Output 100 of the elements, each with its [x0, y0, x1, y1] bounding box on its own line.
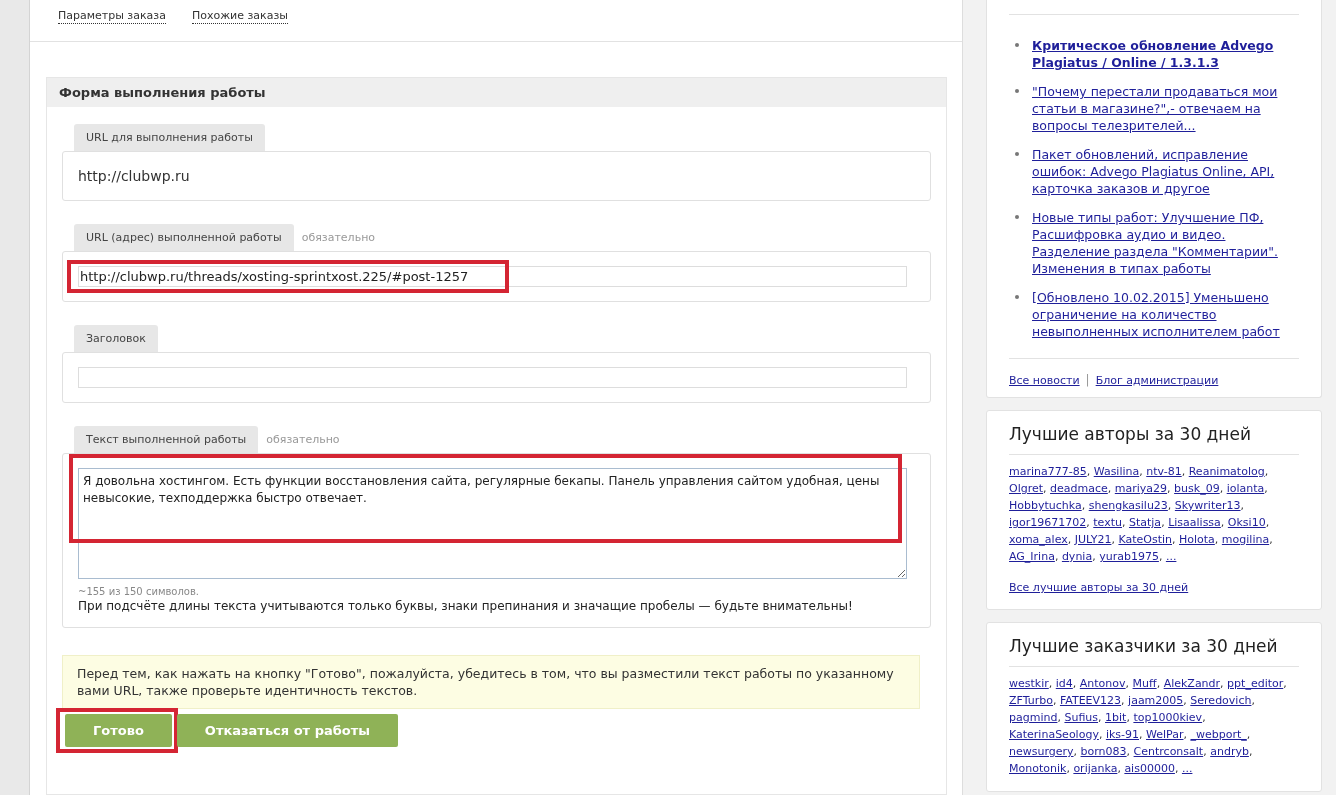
- form-title: Форма выполнения работы: [47, 78, 946, 107]
- customer-link[interactable]: Antonov: [1079, 677, 1126, 690]
- comma: ,: [1098, 728, 1103, 741]
- comma: ,: [1121, 694, 1125, 707]
- author-link[interactable]: ntv-81: [1146, 465, 1182, 478]
- customer-link[interactable]: iks-91: [1105, 728, 1139, 741]
- news-link[interactable]: Пакет обновлений, исправление ошибок: Advego Plagiatus Online, API, карточка заказов и другое: [1032, 146, 1299, 197]
- customer-link[interactable]: AlekZandr: [1163, 677, 1221, 690]
- customer-link[interactable]: _webport_: [1190, 728, 1247, 741]
- author-link[interactable]: yurab1975: [1099, 550, 1159, 563]
- customer-link[interactable]: newsurgery: [1009, 745, 1074, 758]
- comma: ,: [1066, 762, 1070, 775]
- answer-box[interactable]: Я довольна хостингом. Есть функции восстановления сайта, регулярные бекапы. Панель управления сайтом удобная, цены невысокие, техподдержка быстро отвечает.: [78, 468, 907, 579]
- customer-link[interactable]: FATEEV123: [1059, 694, 1122, 707]
- author-link[interactable]: AG_Irina: [1009, 550, 1055, 563]
- comma: ,: [1265, 516, 1270, 529]
- customer-link[interactable]: born083: [1080, 745, 1127, 758]
- customer-link[interactable]: westkir: [1009, 677, 1049, 690]
- comma: ,: [1264, 465, 1269, 478]
- comma: ,: [1202, 711, 1206, 724]
- author-link[interactable]: Hobbytuchka: [1009, 499, 1082, 512]
- section-title: Лучшие заказчики за 30 дней: [1009, 635, 1279, 658]
- bullet-icon: [1015, 295, 1019, 299]
- comma: ,: [1072, 677, 1077, 690]
- customer-link[interactable]: WelPar: [1146, 728, 1184, 741]
- author-link[interactable]: deadmace: [1050, 482, 1108, 495]
- comma: ,: [1092, 550, 1096, 563]
- author-link[interactable]: xoma_alex: [1009, 533, 1068, 546]
- comma: ,: [1126, 711, 1130, 724]
- comma: ,: [1121, 516, 1126, 529]
- author-link[interactable]: marina777-85: [1009, 465, 1087, 478]
- comma: ,: [1111, 533, 1115, 546]
- comma: ,: [1073, 745, 1078, 758]
- field-label: URL для выполнения работы: [74, 124, 265, 151]
- customer-link[interactable]: Muff: [1132, 677, 1157, 690]
- author-link[interactable]: Holota: [1179, 533, 1215, 546]
- author-link[interactable]: textu: [1093, 516, 1122, 529]
- comma: ,: [1219, 482, 1224, 495]
- comma: ,: [1251, 694, 1255, 707]
- comma: ,: [1181, 465, 1186, 478]
- news-link[interactable]: Новые типы работ: Улучшение ПФ, Расшифровка аудио и видео. Разделение раздела "Комментарии". Изменения в типах работы: [1032, 209, 1299, 277]
- order-tab[interactable]: Параметры заказа: [58, 9, 166, 24]
- customer-link[interactable]: top1000kiev: [1133, 711, 1203, 724]
- bullet-icon: [1015, 89, 1019, 93]
- news-link[interactable]: [Обновлено 10.02.2015] Уменьшено ограничение на количество невыполненных исполнителем работ: [1032, 289, 1299, 340]
- customer-link[interactable]: ZFTurbo: [1009, 694, 1053, 707]
- author-link[interactable]: Oksi10: [1227, 516, 1266, 529]
- customer-link[interactable]: ...: [1181, 762, 1193, 775]
- comma: ,: [1057, 711, 1061, 724]
- comma: ,: [1043, 482, 1047, 495]
- input-field[interactable]: http://clubwp.ru/threads/xosting-sprintxost.225/#post-1257: [78, 266, 907, 287]
- comma: ,: [1067, 533, 1072, 546]
- all-authors-link[interactable]: Все лучшие авторы за 30 дней: [1009, 581, 1189, 594]
- comma: ,: [1214, 533, 1219, 546]
- url-text: http://clubwp.ru: [78, 167, 191, 186]
- author-link[interactable]: Lisaalissa: [1168, 516, 1221, 529]
- comma: ,: [1098, 711, 1102, 724]
- comma: ,: [1203, 745, 1207, 758]
- hint-text: При подсчёте длины текста учитываются только буквы, знаки препинания и значащие пробелы — будьте внимательны!: [78, 599, 854, 613]
- author-link[interactable]: shengkasilu23: [1088, 499, 1168, 512]
- comma: ,: [1283, 677, 1287, 690]
- field-label: URL (адрес) выполненной работы: [74, 224, 294, 251]
- comma: ,: [1172, 533, 1176, 546]
- comma: ,: [1139, 728, 1143, 741]
- customer-link[interactable]: andryb: [1210, 745, 1249, 758]
- comma: ,: [1158, 550, 1163, 563]
- author-link[interactable]: busk_09: [1174, 482, 1220, 495]
- customer-link[interactable]: id4: [1055, 677, 1073, 690]
- comma: ,: [1240, 499, 1244, 512]
- comma: ,: [1125, 677, 1130, 690]
- author-link[interactable]: mariya29: [1114, 482, 1168, 495]
- customer-link[interactable]: ais00000: [1124, 762, 1175, 775]
- comma: ,: [1248, 745, 1253, 758]
- notice-message: Перед тем, как нажать на кнопку "Готово", пожалуйста, убедитесь в том, что вы разместили текст работы по указанному вами URL, также проверьте идентичность текстов.: [62, 655, 920, 709]
- input-field[interactable]: [78, 367, 907, 388]
- comma: ,: [1220, 677, 1224, 690]
- comma: ,: [1246, 728, 1251, 741]
- author-link[interactable]: ...: [1165, 550, 1177, 563]
- author-link[interactable]: Reanimatolog: [1188, 465, 1265, 478]
- comma: ,: [1054, 550, 1059, 563]
- comma: ,: [1161, 516, 1165, 529]
- required-note: обязательно: [301, 231, 376, 244]
- separator: |: [1085, 373, 1090, 387]
- comma: ,: [1183, 694, 1187, 707]
- customer-link[interactable]: KaterinaSeology: [1009, 728, 1099, 741]
- comma: ,: [1107, 482, 1112, 495]
- news-link[interactable]: Критическое обновление Advego Plagiatus / Online / 1.3.1.3: [1032, 37, 1299, 71]
- customer-link[interactable]: ppt_editor: [1227, 677, 1284, 690]
- author-link[interactable]: Statja: [1128, 516, 1162, 529]
- footer-link[interactable]: Все новости: [1009, 373, 1080, 387]
- author-link[interactable]: igor19671702: [1009, 516, 1087, 529]
- comma: ,: [1167, 482, 1171, 495]
- footer-link[interactable]: Блог администрации: [1095, 373, 1219, 387]
- order-tab[interactable]: Похожие заказы: [191, 9, 288, 24]
- author-link[interactable]: KateOstin: [1118, 533, 1172, 546]
- comma: ,: [1167, 499, 1172, 512]
- news-link[interactable]: "Почему перестали продаваться мои статьи в магазине?",- отвечаем на вопросы телезрителей...: [1032, 83, 1299, 134]
- comma: ,: [1183, 728, 1187, 741]
- char-counter: ~155 из 150 символов.: [78, 586, 201, 597]
- author-link[interactable]: Skywriter13: [1174, 499, 1241, 512]
